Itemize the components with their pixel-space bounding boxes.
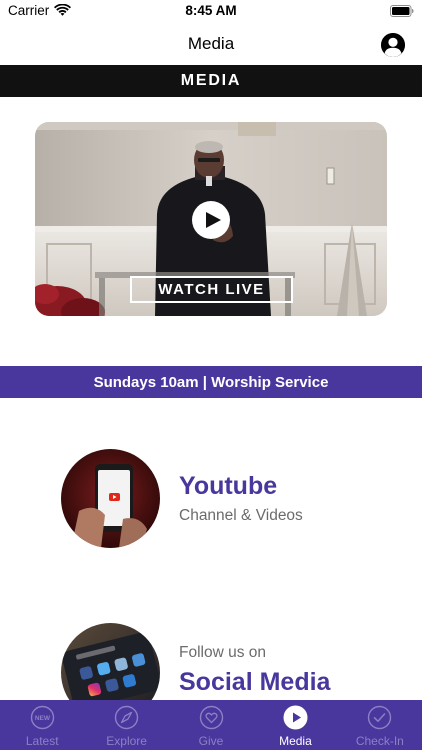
tab-latest[interactable]: NEW Latest — [0, 700, 84, 750]
youtube-row[interactable]: Youtube Channel & Videos — [0, 449, 422, 549]
watch-live-label: WATCH LIVE — [158, 281, 265, 298]
watch-live-button[interactable]: WATCH LIVE — [130, 276, 293, 303]
tab-check-in-label: Check-In — [355, 734, 404, 748]
play-button[interactable] — [192, 201, 230, 239]
tab-give[interactable]: Give — [169, 700, 253, 750]
tab-latest-label: Latest — [25, 734, 59, 748]
status-time: 8:45 AM — [185, 3, 237, 18]
youtube-thumbnail — [61, 449, 160, 548]
heart-icon — [199, 705, 223, 730]
status-bar: Carrier 8:45 AM — [0, 0, 422, 24]
tab-media[interactable]: Media — [253, 700, 337, 750]
person-circle-icon — [381, 33, 405, 57]
navigation-bar: Media — [0, 24, 422, 65]
tab-explore[interactable]: Explore — [84, 700, 168, 750]
social-media-thumbnail — [61, 623, 160, 700]
tab-bar: NEW Latest Explore Give Media Check-In — [0, 700, 422, 750]
profile-button[interactable] — [381, 33, 405, 57]
svg-text:NEW: NEW — [35, 715, 51, 722]
youtube-subtitle: Channel & Videos — [179, 507, 303, 524]
section-header: MEDIA — [0, 65, 422, 97]
section-header-title: MEDIA — [180, 72, 242, 89]
tab-media-label: Media — [279, 734, 312, 748]
play-icon — [205, 212, 221, 228]
youtube-title: Youtube — [179, 472, 278, 500]
service-times-label: Sundays 10am | Worship Service — [93, 373, 329, 391]
battery-icon — [390, 5, 414, 17]
tab-explore-label: Explore — [106, 734, 147, 748]
tab-check-in[interactable]: Check-In — [338, 700, 422, 750]
new-badge-icon: NEW — [30, 705, 54, 730]
social-media-title: Social Media — [179, 668, 331, 696]
service-times-banner: Sundays 10am | Worship Service — [0, 366, 422, 398]
play-icon — [283, 705, 308, 730]
compass-icon — [114, 705, 139, 730]
social-apps-thumbnail — [61, 623, 160, 700]
tab-give-label: Give — [198, 734, 224, 748]
page-title: Media — [187, 34, 235, 53]
social-media-subtitle: Follow us on — [179, 644, 267, 661]
checkmark-icon — [368, 705, 392, 730]
live-video-card[interactable]: WATCH LIVE — [35, 122, 387, 316]
youtube-phone-thumbnail — [61, 449, 160, 548]
social-media-row[interactable]: Follow us on Social Media — [0, 623, 422, 700]
